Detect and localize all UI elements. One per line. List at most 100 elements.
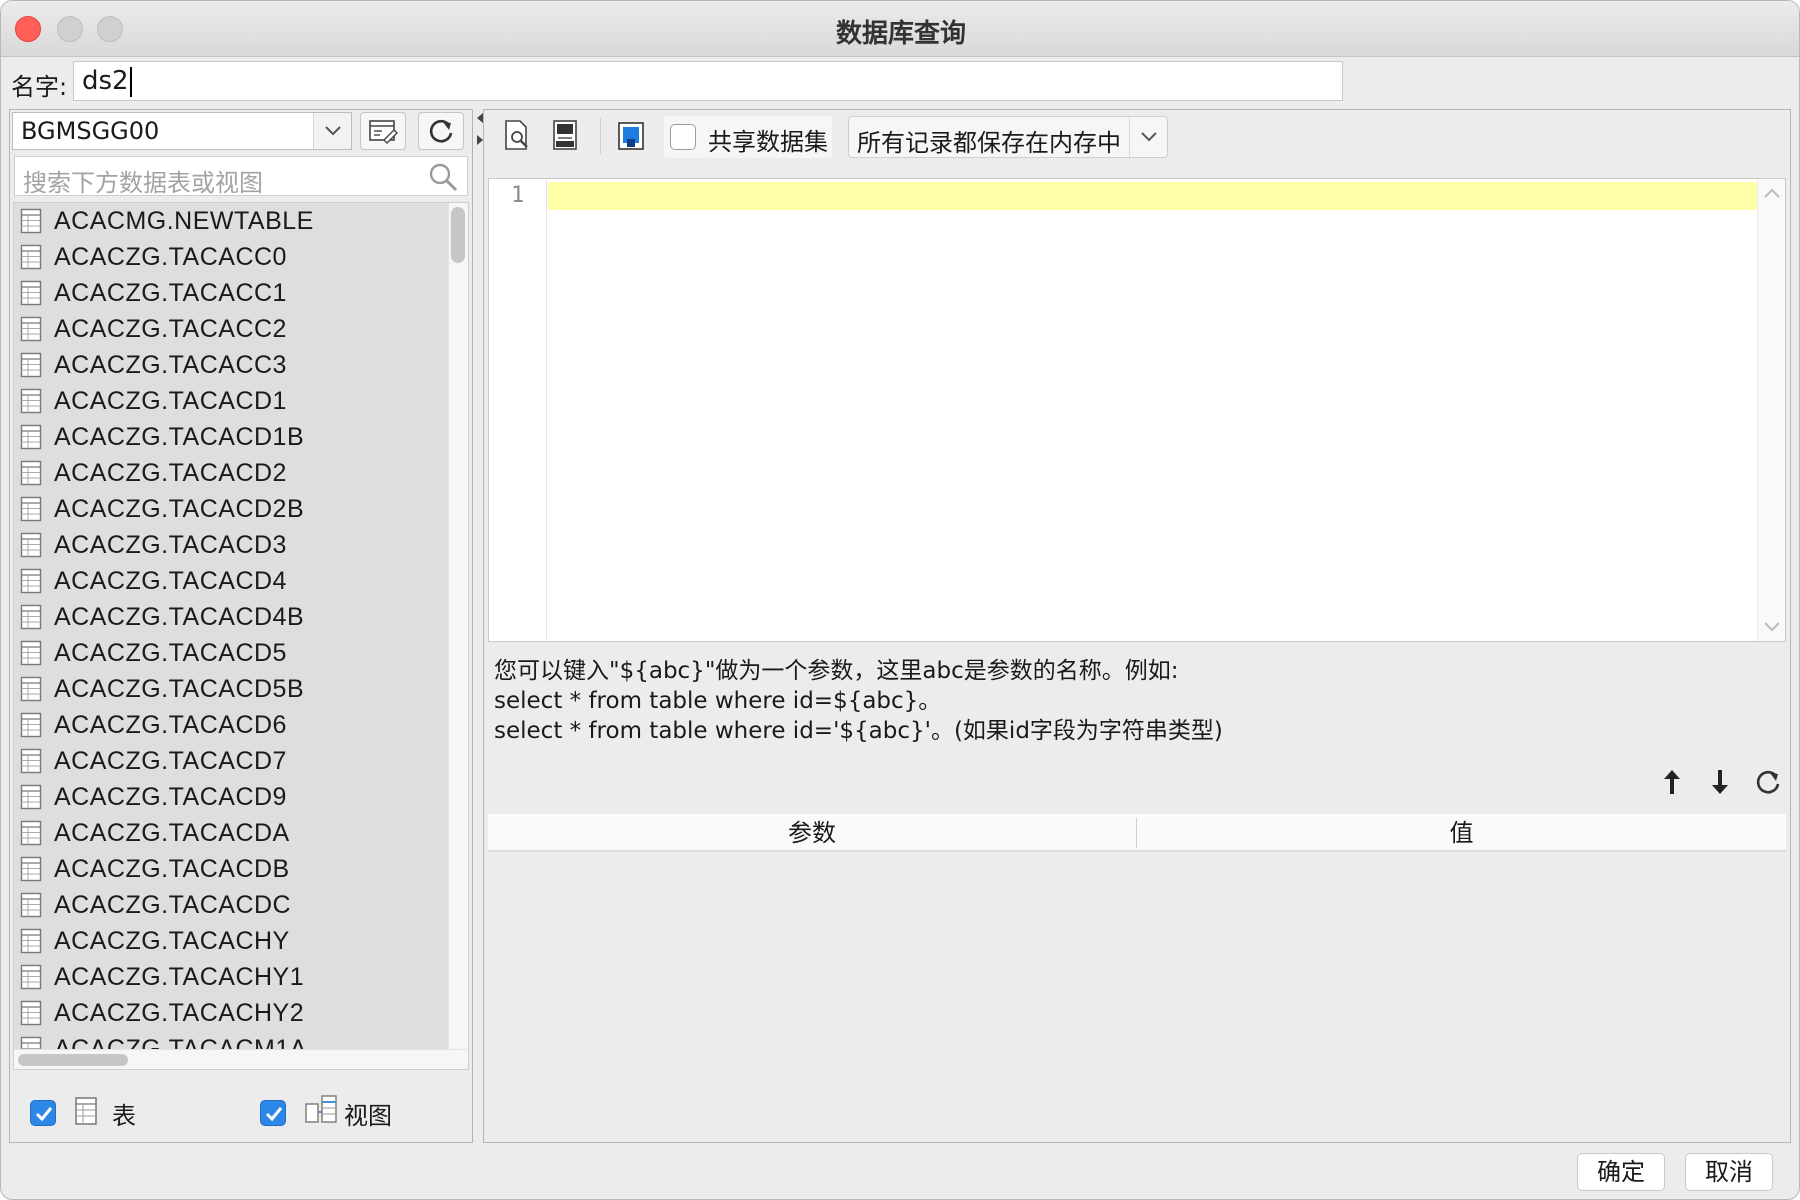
filter-row: 表 视图 <box>10 1088 470 1138</box>
chevron-down-icon[interactable] <box>313 113 351 149</box>
cancel-button[interactable]: 取消 <box>1685 1153 1773 1191</box>
hint-line: select * from table where id='${abc}'。(如… <box>494 718 1223 744</box>
table-icon <box>20 568 42 594</box>
table-list-vscrollbar[interactable] <box>448 203 468 1049</box>
table-list-item[interactable]: ACACZG.TACACD1 <box>14 383 450 419</box>
refresh-params-button[interactable] <box>1750 764 1786 800</box>
table-name: ACACZG.TACACD3 <box>54 530 287 559</box>
edit-connection-icon <box>369 120 398 144</box>
table-name: ACACZG.TACACDC <box>54 890 292 919</box>
table-list-item[interactable]: ACACZG.TACACC2 <box>14 311 450 347</box>
table-list-item[interactable]: ACACZG.TACACD9 <box>14 779 450 815</box>
table-name: ACACZG.TACACHY <box>54 926 290 955</box>
table-icon <box>20 388 42 414</box>
current-line-highlight[interactable] <box>548 182 1758 210</box>
name-input[interactable]: ds2 <box>73 61 1343 101</box>
dialog-window: 数据库查询 名字: ds2 BGMSGG00 搜索下方数据表或视图 ACACMG… <box>0 0 1800 1200</box>
table-name: ACACZG.TACACD6 <box>54 710 287 739</box>
share-dataset-checkbox[interactable] <box>670 124 696 150</box>
hint-line: 您可以键入"${abc}"做为一个参数，这里abc是参数的名称。例如: <box>494 658 1179 684</box>
check-icon <box>35 1107 53 1122</box>
column-header-param[interactable]: 参数 <box>488 814 1136 852</box>
move-param-up-button[interactable] <box>1654 764 1690 800</box>
table-list-item[interactable]: ACACZG.TACACC1 <box>14 275 450 311</box>
view-icon <box>305 1095 337 1123</box>
check-icon <box>265 1107 283 1122</box>
show-tables-checkbox[interactable] <box>30 1100 56 1126</box>
table-list-item[interactable]: ACACZG.TACACM1A <box>14 1031 450 1049</box>
table-icon <box>20 352 42 378</box>
table-icon <box>20 316 42 342</box>
table-name: ACACZG.TACACD5B <box>54 674 305 703</box>
table-list-hscrollbar[interactable] <box>14 1049 468 1069</box>
preview-icon <box>505 120 528 150</box>
name-label: 名字: <box>11 73 68 101</box>
save-button[interactable] <box>612 116 650 156</box>
table-list-item[interactable]: ACACZG.TACACHY1 <box>14 959 450 995</box>
sql-editor[interactable]: 1 <box>488 178 1786 642</box>
table-list-item[interactable]: ACACZG.TACACDA <box>14 815 450 851</box>
table-list-item[interactable]: ACACZG.TACACDC <box>14 887 450 923</box>
table-icon <box>20 748 42 774</box>
table-list-item[interactable]: ACACZG.TACACD4B <box>14 599 450 635</box>
table-icon <box>75 1097 97 1125</box>
table-list-item[interactable]: ACACZG.TACACHY <box>14 923 450 959</box>
parameter-table[interactable]: 参数 值 <box>488 814 1786 1140</box>
table-list-item[interactable]: ACACZG.TACACD3 <box>14 527 450 563</box>
table-icon <box>20 280 42 306</box>
vscroll-thumb[interactable] <box>451 207 465 263</box>
memory-mode-value: 所有记录都保存在内存中 <box>857 129 1121 157</box>
table-list-item[interactable]: ACACZG.TACACD2B <box>14 491 450 527</box>
table-name: ACACZG.TACACD1B <box>54 422 305 451</box>
scroll-down-icon[interactable] <box>1763 617 1781 635</box>
table-icon <box>20 208 42 234</box>
memory-mode-select[interactable]: 所有记录都保存在内存中 <box>848 116 1168 158</box>
parameter-hint: 您可以键入"${abc}"做为一个参数，这里abc是参数的名称。例如: sele… <box>494 656 1223 746</box>
line-number: 1 <box>511 183 525 208</box>
table-name: ACACMG.NEWTABLE <box>54 206 314 235</box>
share-dataset-label: 共享数据集 <box>708 128 828 156</box>
table-list-item[interactable]: ACACZG.TACACD2 <box>14 455 450 491</box>
text-caret <box>129 66 132 97</box>
ok-button[interactable]: 确定 <box>1577 1153 1665 1191</box>
query-panel: 共享数据集 所有记录都保存在内存中 1 您可以键入"${abc}"做为一个参数，… <box>483 109 1791 1143</box>
scroll-up-icon[interactable] <box>1763 185 1781 203</box>
hscroll-thumb[interactable] <box>18 1054 128 1066</box>
table-name: ACACZG.TACACD2B <box>54 494 305 523</box>
preview-button[interactable] <box>498 116 536 156</box>
table-list-item[interactable]: ACACZG.TACACD5B <box>14 671 450 707</box>
table-list-item[interactable]: ACACZG.TACACC3 <box>14 347 450 383</box>
table-list-item[interactable]: ACACZG.TACACDB <box>14 851 450 887</box>
table-list-item[interactable]: ACACZG.TACACD4 <box>14 563 450 599</box>
table-name: ACACZG.TACACDA <box>54 818 290 847</box>
chevron-down-icon[interactable] <box>1129 117 1167 157</box>
table-icon <box>20 604 42 630</box>
table-icon <box>20 964 42 990</box>
share-dataset-toggle[interactable]: 共享数据集 <box>664 116 832 158</box>
sql-button[interactable] <box>546 116 584 156</box>
table-list-item[interactable]: ACACMG.NEWTABLE <box>14 203 450 239</box>
table-list[interactable]: ACACMG.NEWTABLE ACACZG.TACACC0 ACACZG.TACA… <box>13 202 469 1070</box>
column-header-value[interactable]: 值 <box>1137 814 1786 852</box>
table-list-item[interactable]: ACACZG.TACACD5 <box>14 635 450 671</box>
move-param-down-button[interactable] <box>1702 764 1738 800</box>
sql-icon <box>553 120 577 150</box>
table-icon <box>20 1036 42 1049</box>
table-name: ACACZG.TACACD9 <box>54 782 287 811</box>
editor-vscrollbar[interactable] <box>1757 179 1785 641</box>
table-icon <box>20 856 42 882</box>
table-list-item[interactable]: ACACZG.TACACHY2 <box>14 995 450 1031</box>
refresh-connection-button[interactable] <box>418 112 464 150</box>
line-number-gutter: 1 <box>489 179 547 641</box>
connection-select[interactable]: BGMSGG00 <box>12 112 352 150</box>
table-search-input[interactable]: 搜索下方数据表或视图 <box>14 156 468 197</box>
table-list-item[interactable]: ACACZG.TACACD1B <box>14 419 450 455</box>
show-views-checkbox[interactable] <box>260 1100 286 1126</box>
table-list-item[interactable]: ACACZG.TACACD7 <box>14 743 450 779</box>
edit-connection-button[interactable] <box>360 112 406 150</box>
arrow-up-icon <box>1664 770 1680 794</box>
table-icon <box>20 712 42 738</box>
table-list-item[interactable]: ACACZG.TACACC0 <box>14 239 450 275</box>
arrow-down-icon <box>1712 770 1728 794</box>
table-list-item[interactable]: ACACZG.TACACD6 <box>14 707 450 743</box>
